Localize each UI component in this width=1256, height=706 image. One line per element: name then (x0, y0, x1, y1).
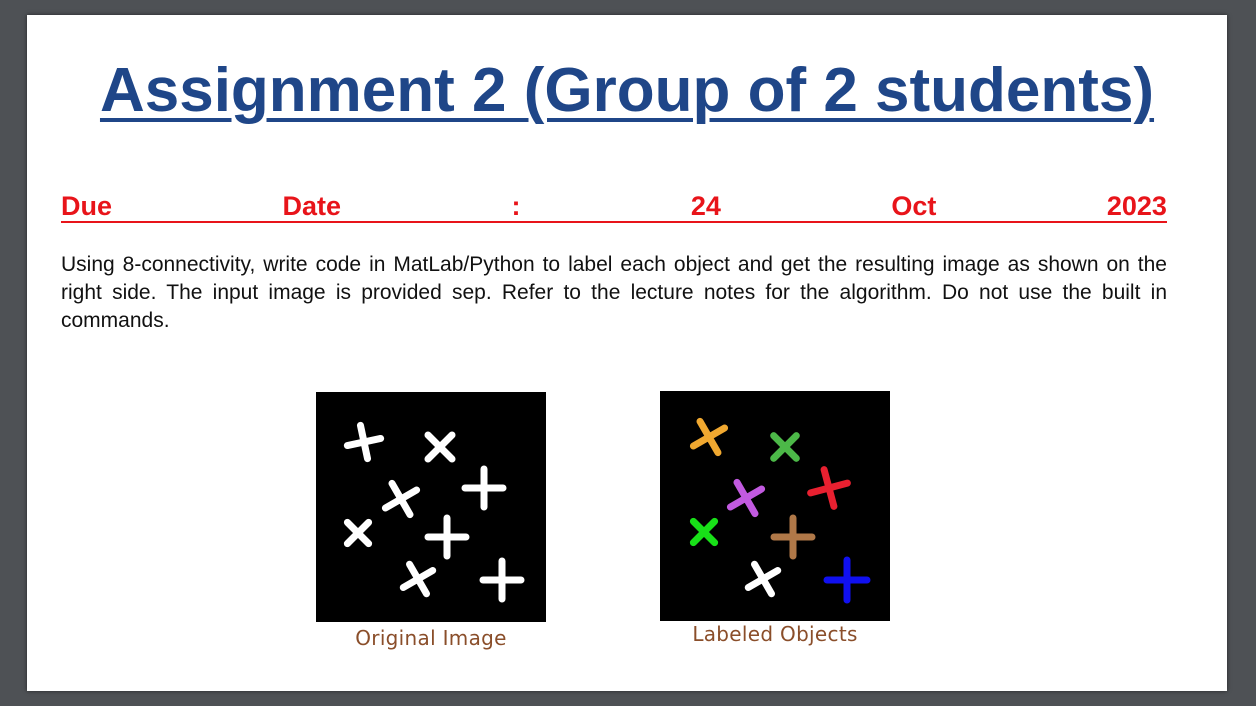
due-year: 2023 (1106, 191, 1167, 221)
due-colon: : (511, 191, 521, 221)
labeled-cross-red (807, 466, 851, 510)
cross-shape (424, 514, 470, 560)
assignment-instructions: Using 8-connectivity, write code in MatL… (61, 253, 1167, 332)
slide: Assignment 2 (Group of 2 students) Due D… (27, 15, 1227, 691)
labeled-objects-image (660, 391, 890, 621)
due-word: Due (61, 191, 113, 221)
date-word: Date (282, 191, 341, 221)
due-month: Oct (891, 191, 937, 221)
original-image-caption: Original Image (355, 626, 507, 650)
cross-shape (461, 465, 507, 511)
cross-shape (381, 479, 421, 519)
labeled-objects-caption: Labeled Objects (692, 622, 858, 646)
cross-shape (343, 421, 385, 463)
original-image-canvas (343, 421, 525, 603)
cross-shape (479, 557, 525, 603)
labeled-cross-blue (823, 556, 871, 604)
slide-title: Assignment 2 (Group of 2 students) (99, 56, 1155, 125)
labeled-cross-orange (689, 417, 729, 457)
cross-shape (424, 431, 456, 463)
labeled-cross-purple (726, 478, 766, 518)
cross-shape (343, 518, 373, 548)
due-date-line: Due Date : 24 Oct 2023 (61, 187, 1167, 223)
original-image (316, 392, 546, 622)
labeled-cross-brown (770, 514, 816, 560)
due-day: 24 (690, 191, 721, 221)
labeled-cross-white (744, 560, 782, 598)
labeled-cross-green (689, 517, 719, 547)
labeled-cross-olive-green (770, 432, 800, 462)
labeled-objects-canvas (689, 417, 871, 604)
cross-shape (399, 560, 437, 598)
